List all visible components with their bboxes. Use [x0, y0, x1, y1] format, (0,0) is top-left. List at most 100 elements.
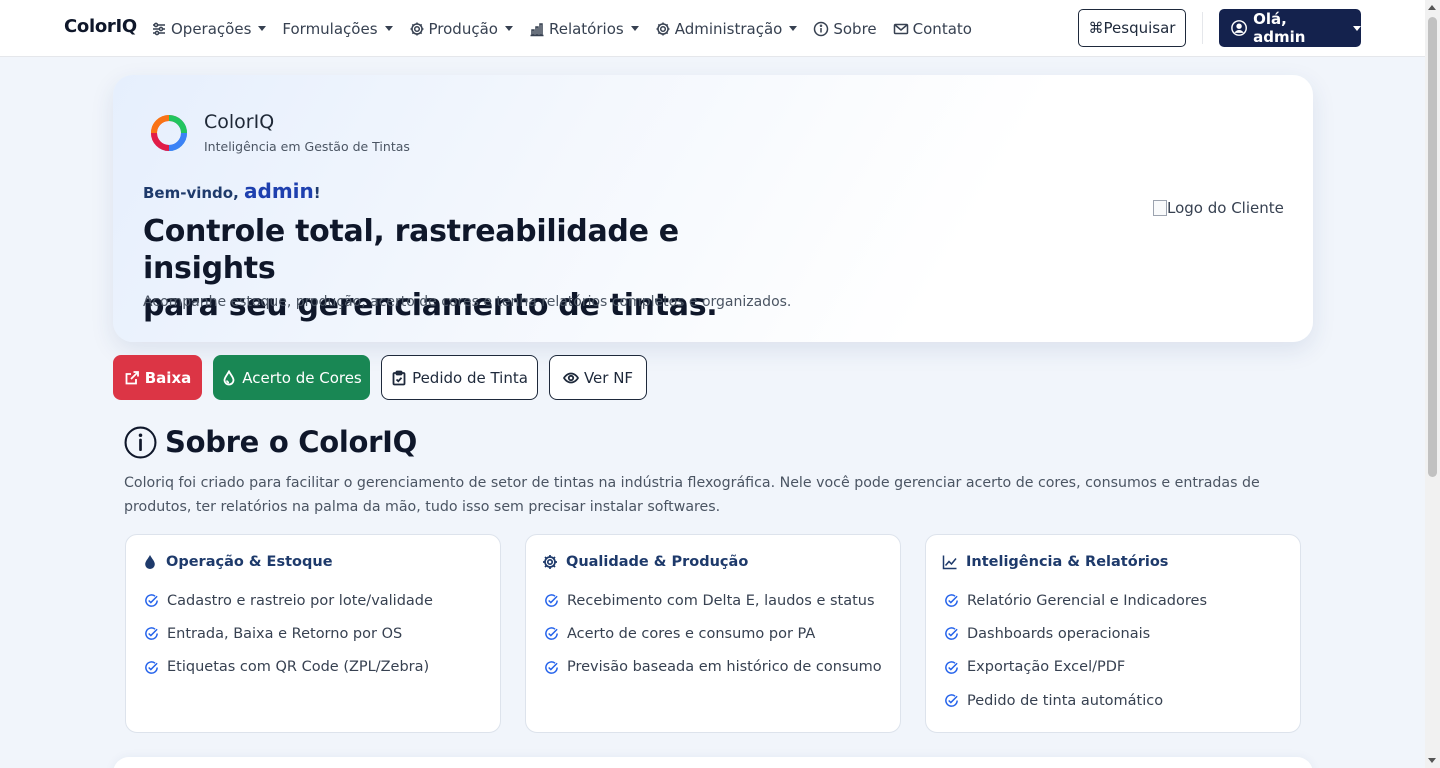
user-menu-button[interactable]: Olá, admin [1219, 9, 1361, 47]
search-button[interactable]: ⌘Pesquisar [1078, 9, 1186, 47]
acerto-cores-button[interactable]: Acerto de Cores [213, 355, 370, 400]
ver-nf-label: Ver NF [583, 368, 634, 387]
droplet-icon [223, 369, 235, 385]
list-item: Exportação Excel/PDF [944, 651, 1207, 684]
nav-divider [1202, 12, 1203, 44]
nav-contato[interactable]: Contato [893, 20, 972, 38]
gear-icon [543, 555, 557, 569]
nav-relatorios-label: Relatórios [548, 19, 624, 38]
feature-list: Relatório Gerencial e Indicadores Dashbo… [944, 584, 1207, 717]
chevron-down-icon [504, 26, 513, 31]
check-circle-icon [545, 627, 558, 641]
welcome-username: admin [244, 179, 314, 203]
feature-card-title-text: Qualidade & Produção [566, 554, 749, 570]
check-circle-icon [945, 627, 958, 641]
colorful-ring-logo [151, 115, 187, 151]
pedido-tinta-label: Pedido de Tinta [412, 368, 528, 387]
feature-card-operacao: Operação & Estoque Cadastro e rastreio p… [125, 534, 501, 733]
list-item-text: Entrada, Baixa e Retorno por OS [167, 625, 403, 642]
list-item: Dashboards operacionais [944, 617, 1207, 650]
list-item: Previsão baseada em histórico de consumo [544, 651, 882, 684]
hero-brand-name: ColorIQ [204, 111, 275, 133]
next-section-card [113, 757, 1313, 768]
external-link-icon [125, 370, 139, 384]
list-item-text: Pedido de tinta automático [967, 692, 1164, 709]
client-logo: Logo do Cliente [1153, 199, 1284, 217]
nav-formulacoes-label: Formulações [282, 19, 378, 38]
check-circle-icon [945, 694, 958, 707]
nav-contato-label: Contato [912, 19, 972, 38]
scroll-down-arrow-icon[interactable] [1428, 758, 1436, 763]
list-item: Cadastro e rastreio por lote/validade [144, 584, 433, 617]
client-logo-alt: Logo do Cliente [1167, 199, 1284, 217]
broken-image-icon [1153, 200, 1167, 216]
info-icon [124, 426, 157, 458]
about-description: Coloriq foi criado para facilitar o gere… [124, 475, 1260, 515]
nav-operacoes[interactable]: Operações [151, 19, 267, 38]
check-circle-icon [945, 660, 958, 674]
feature-list: Cadastro e rastreio por lote/validade En… [144, 584, 433, 684]
chevron-down-icon [1353, 25, 1361, 31]
gear-icon [656, 22, 670, 35]
list-item: Pedido de tinta automático [944, 684, 1207, 717]
pedido-tinta-button[interactable]: Pedido de Tinta [381, 355, 538, 400]
feature-card-title-text: Inteligência & Relatórios [966, 554, 1169, 570]
eye-icon [562, 372, 579, 383]
scrollbar-thumb[interactable] [1428, 17, 1437, 477]
list-item-text: Cadastro e rastreio por lote/validade [167, 592, 433, 609]
ver-nf-button[interactable]: Ver NF [549, 355, 647, 400]
nav-producao-label: Produção [428, 19, 498, 38]
feature-card-inteligencia: Inteligência & Relatórios Relatório Gere… [925, 534, 1301, 733]
hero-title-line-1: Controle total, rastreabilidade e insigh… [143, 214, 679, 286]
gear-icon [410, 22, 424, 35]
list-item-text: Etiquetas com QR Code (ZPL/Zebra) [167, 659, 430, 676]
nav-administracao[interactable]: Administração [655, 20, 798, 38]
droplet-icon [145, 555, 155, 569]
list-item: Entrada, Baixa e Retorno por OS [144, 617, 433, 650]
chevron-down-icon [384, 26, 393, 31]
list-item-text: Recebimento com Delta E, laudos e status [567, 592, 875, 609]
list-item: Relatório Gerencial e Indicadores [944, 584, 1207, 617]
check-circle-icon [545, 594, 558, 608]
nav-formulacoes[interactable]: Formulações [282, 19, 393, 38]
welcome-text: Bem-vindo, admin! [143, 179, 321, 203]
user-menu-label: Olá, admin [1253, 10, 1306, 46]
chevron-down-icon [789, 26, 798, 31]
sliders-icon [153, 22, 165, 35]
user-circle-icon [1231, 20, 1247, 36]
hero-banner: ColorIQ Inteligência em Gestão de Tintas… [113, 75, 1313, 342]
bar-chart-icon [530, 22, 544, 36]
about-section-title: Sobre o ColorIQ [124, 425, 417, 459]
nav-administracao-label: Administração [674, 19, 783, 38]
quick-actions: Baixa Acerto de Cores Pedido de Tinta Ve… [113, 355, 658, 400]
nav-producao[interactable]: Produção [409, 20, 513, 38]
list-item: Etiquetas com QR Code (ZPL/Zebra) [144, 651, 433, 684]
envelope-icon [893, 23, 908, 34]
hero-description: Acompanhe estoque, produção, acerto de c… [143, 294, 792, 310]
scroll-up-arrow-icon[interactable] [1428, 5, 1436, 10]
welcome-suffix: ! [313, 184, 321, 202]
brand-logo[interactable]: ColorIQ [64, 16, 137, 37]
page-scrollbar[interactable] [1425, 0, 1440, 768]
clipboard-check-icon [392, 370, 406, 385]
feature-card-title: Operação & Estoque [142, 554, 333, 570]
baixa-label: Baixa [144, 368, 192, 387]
hero-tagline: Inteligência em Gestão de Tintas [204, 139, 410, 154]
welcome-prefix: Bem-vindo, [143, 184, 245, 202]
chevron-down-icon [258, 26, 267, 31]
nav-sobre-label: Sobre [833, 19, 877, 38]
baixa-button[interactable]: Baixa [113, 355, 202, 400]
nav-relatorios[interactable]: Relatórios [529, 20, 639, 38]
nav-sobre[interactable]: Sobre [813, 19, 877, 38]
chevron-down-icon [630, 26, 639, 31]
feature-card-title-text: Operação & Estoque [166, 554, 333, 570]
acerto-cores-label: Acerto de Cores [242, 368, 362, 387]
check-circle-icon [145, 594, 158, 608]
check-circle-icon [545, 660, 558, 674]
check-circle-icon [145, 627, 158, 641]
nav-operacoes-label: Operações [171, 19, 252, 38]
trend-chart-icon [942, 555, 957, 570]
list-item-text: Exportação Excel/PDF [967, 659, 1126, 676]
info-icon [814, 21, 829, 36]
feature-card-qualidade: Qualidade & Produção Recebimento com Del… [525, 534, 901, 733]
